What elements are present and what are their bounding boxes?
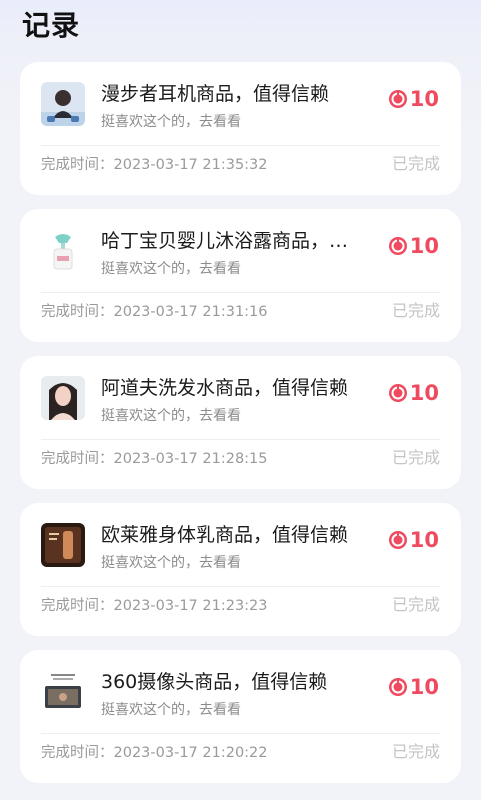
coin-icon: [388, 531, 407, 549]
completion-time: 完成时间：2023-03-17 21:23:23: [41, 596, 268, 616]
record-card[interactable]: 360摄像头商品，值得信赖 挺喜欢这个的，去看看 10 完成时间：2023-03…: [20, 650, 461, 783]
completion-time: 完成时间：2023-03-17 21:28:15: [41, 449, 268, 469]
record-list: 漫步者耳机商品，值得信赖 挺喜欢这个的，去看看 10 完成时间：2023-03-…: [20, 62, 461, 797]
divider: [41, 733, 440, 734]
time-label: 完成时间：: [41, 157, 114, 173]
time-value: 2023-03-17 21:20:22: [113, 745, 268, 761]
points-badge: 10: [388, 674, 439, 700]
record-title: 欧莱雅身体乳商品，值得信赖: [101, 524, 349, 546]
divider: [41, 145, 440, 146]
completion-time: 完成时间：2023-03-17 21:35:32: [41, 155, 268, 175]
status-label: 已完成: [391, 595, 440, 614]
completion-time: 完成时间：2023-03-17 21:31:16: [41, 302, 268, 322]
record-card[interactable]: 漫步者耳机商品，值得信赖 挺喜欢这个的，去看看 10 完成时间：2023-03-…: [20, 62, 461, 195]
record-subtitle[interactable]: 挺喜欢这个的，去看看: [101, 406, 241, 426]
time-value: 2023-03-17 21:35:32: [113, 157, 268, 173]
page-title: 记录: [22, 9, 81, 42]
status-label: 已完成: [391, 301, 440, 320]
coin-icon: [388, 90, 407, 108]
divider: [41, 439, 440, 440]
record-title: 漫步者耳机商品，值得信赖: [101, 83, 330, 105]
coin-icon: [388, 384, 407, 402]
record-subtitle[interactable]: 挺喜欢这个的，去看看: [101, 553, 241, 573]
time-label: 完成时间：: [41, 745, 114, 761]
record-subtitle[interactable]: 挺喜欢这个的，去看看: [101, 259, 241, 279]
points-value: 10: [409, 381, 439, 405]
time-value: 2023-03-17 21:31:16: [113, 304, 268, 320]
divider: [41, 292, 440, 293]
time-label: 完成时间：: [41, 598, 114, 614]
status-label: 已完成: [391, 154, 440, 173]
record-card[interactable]: 哈丁宝贝婴儿沐浴露商品，… 挺喜欢这个的，去看看 10 完成时间：2023-03…: [20, 209, 461, 342]
record-title: 哈丁宝贝婴儿沐浴露商品，…: [101, 230, 349, 252]
coin-icon: [388, 237, 407, 255]
record-subtitle[interactable]: 挺喜欢这个的，去看看: [101, 112, 241, 132]
camera-product-thumbnail: [41, 670, 85, 714]
body-lotion-thumbnail: [41, 523, 85, 567]
record-title: 阿道夫洗发水商品，值得信赖: [101, 377, 349, 399]
points-value: 10: [409, 675, 439, 699]
points-value: 10: [409, 528, 439, 552]
points-value: 10: [409, 234, 439, 258]
time-value: 2023-03-17 21:23:23: [113, 598, 268, 614]
record-card[interactable]: 阿道夫洗发水商品，值得信赖 挺喜欢这个的，去看看 10 完成时间：2023-03…: [20, 356, 461, 489]
time-value: 2023-03-17 21:28:15: [113, 451, 268, 467]
headphones-product-thumbnail: [41, 82, 85, 126]
time-label: 完成时间：: [41, 451, 114, 467]
shampoo-model-thumbnail: [41, 376, 85, 420]
body-wash-bottle-thumbnail: [41, 229, 85, 273]
points-value: 10: [409, 87, 439, 111]
points-badge: 10: [388, 527, 439, 553]
completion-time: 完成时间：2023-03-17 21:20:22: [41, 743, 268, 763]
record-card[interactable]: 欧莱雅身体乳商品，值得信赖 挺喜欢这个的，去看看 10 完成时间：2023-03…: [20, 503, 461, 636]
status-label: 已完成: [391, 448, 440, 467]
coin-icon: [388, 678, 407, 696]
points-badge: 10: [388, 233, 439, 259]
points-badge: 10: [388, 86, 439, 112]
status-label: 已完成: [391, 742, 440, 761]
time-label: 完成时间：: [41, 304, 114, 320]
divider: [41, 586, 440, 587]
record-title: 360摄像头商品，值得信赖: [101, 671, 328, 693]
points-badge: 10: [388, 380, 439, 406]
record-subtitle[interactable]: 挺喜欢这个的，去看看: [101, 700, 241, 720]
